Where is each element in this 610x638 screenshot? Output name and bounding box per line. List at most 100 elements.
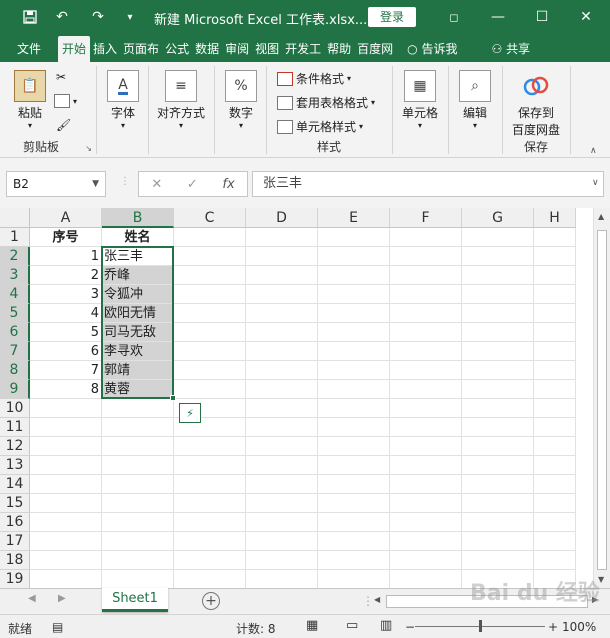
cell-a4[interactable]: 3 <box>30 285 102 304</box>
cell-d6[interactable] <box>246 323 318 342</box>
cell-f19[interactable] <box>390 570 462 589</box>
cell-d11[interactable] <box>246 418 318 437</box>
cell-c13[interactable] <box>174 456 246 475</box>
cell-h5[interactable] <box>534 304 576 323</box>
format-as-table-button[interactable]: 套用表格格式 ▾ <box>277 94 375 111</box>
cell-d14[interactable] <box>246 475 318 494</box>
cell-a8[interactable]: 7 <box>30 361 102 380</box>
row-header-14[interactable]: 14 <box>0 475 30 494</box>
cell-c14[interactable] <box>174 475 246 494</box>
ribbon-display-icon[interactable]: ◻ <box>432 0 476 34</box>
row-header-8[interactable]: 8 <box>0 361 30 380</box>
cell-f13[interactable] <box>390 456 462 475</box>
cell-a6[interactable]: 5 <box>30 323 102 342</box>
zoom-slider-thumb[interactable] <box>479 620 482 632</box>
formula-input[interactable]: 张三丰 <box>252 171 604 197</box>
cell-e8[interactable] <box>318 361 390 380</box>
tab-view[interactable]: 视图 <box>252 36 282 62</box>
paste-button[interactable]: 📋 粘贴 ▾ <box>12 70 48 130</box>
row-header-1[interactable]: 1 <box>0 228 30 247</box>
cell-g8[interactable] <box>462 361 534 380</box>
fill-handle[interactable] <box>170 395 176 401</box>
column-header-a[interactable]: A <box>30 208 102 228</box>
cell-d15[interactable] <box>246 494 318 513</box>
cell-g4[interactable] <box>462 285 534 304</box>
cell-f9[interactable] <box>390 380 462 399</box>
tab-review[interactable]: 审阅 <box>222 36 252 62</box>
number-format-button[interactable]: % 数字 ▾ <box>223 70 259 130</box>
row-header-17[interactable]: 17 <box>0 532 30 551</box>
column-header-b[interactable]: B <box>102 208 174 228</box>
cell-e5[interactable] <box>318 304 390 323</box>
editing-button[interactable]: ⌕ 编辑 ▾ <box>457 70 493 130</box>
cell-g16[interactable] <box>462 513 534 532</box>
name-box[interactable]: B2 ▼ <box>6 171 106 197</box>
cell-e10[interactable] <box>318 399 390 418</box>
cell-a17[interactable] <box>30 532 102 551</box>
cell-e14[interactable] <box>318 475 390 494</box>
cell-e9[interactable] <box>318 380 390 399</box>
cell-h1[interactable] <box>534 228 576 247</box>
scroll-thumb[interactable] <box>597 230 607 570</box>
cell-f10[interactable] <box>390 399 462 418</box>
cell-b17[interactable] <box>102 532 174 551</box>
scroll-left-icon[interactable]: ◀ <box>374 595 380 604</box>
splitter-icon[interactable]: ⋮ <box>362 594 374 608</box>
cell-h6[interactable] <box>534 323 576 342</box>
cell-f3[interactable] <box>390 266 462 285</box>
normal-view-icon[interactable]: ▦ <box>306 618 318 633</box>
row-header-2[interactable]: 2 <box>0 247 30 266</box>
row-header-11[interactable]: 11 <box>0 418 30 437</box>
column-header-c[interactable]: C <box>174 208 246 228</box>
scroll-up-icon[interactable]: ▲ <box>598 212 604 221</box>
page-break-icon[interactable]: ▥ <box>380 618 392 633</box>
cell-g7[interactable] <box>462 342 534 361</box>
cut-button[interactable]: ✂ <box>56 70 66 84</box>
cell-g15[interactable] <box>462 494 534 513</box>
cell-b15[interactable] <box>102 494 174 513</box>
cell-d1[interactable] <box>246 228 318 247</box>
cell-c2[interactable] <box>174 247 246 266</box>
cell-a13[interactable] <box>30 456 102 475</box>
cell-g2[interactable] <box>462 247 534 266</box>
cell-e17[interactable] <box>318 532 390 551</box>
cell-g1[interactable] <box>462 228 534 247</box>
select-all-button[interactable] <box>0 208 30 228</box>
cell-e1[interactable] <box>318 228 390 247</box>
cell-b11[interactable] <box>102 418 174 437</box>
cell-a12[interactable] <box>30 437 102 456</box>
tab-home[interactable]: 开始 <box>58 36 91 62</box>
cell-c17[interactable] <box>174 532 246 551</box>
tab-insert[interactable]: 插入 <box>90 36 120 62</box>
cell-a5[interactable]: 4 <box>30 304 102 323</box>
column-header-f[interactable]: F <box>390 208 462 228</box>
cell-d2[interactable] <box>246 247 318 266</box>
cell-a10[interactable] <box>30 399 102 418</box>
cell-a15[interactable] <box>30 494 102 513</box>
cell-b10[interactable] <box>102 399 174 418</box>
cell-d18[interactable] <box>246 551 318 570</box>
cell-h3[interactable] <box>534 266 576 285</box>
tab-file[interactable]: 文件 <box>14 36 44 62</box>
font-button[interactable]: A 字体 ▾ <box>105 70 141 130</box>
redo-icon[interactable]: ↷ <box>86 0 110 34</box>
cell-e18[interactable] <box>318 551 390 570</box>
copy-button[interactable]: ▾ <box>54 94 77 108</box>
column-header-g[interactable]: G <box>462 208 534 228</box>
row-header-6[interactable]: 6 <box>0 323 30 342</box>
cell-e16[interactable] <box>318 513 390 532</box>
worksheet-grid[interactable]: ▲ ▼ A B C D E F G H 1 序号 姓名 2 1 张三丰 3 2 乔峰 4 3 令狐冲 5 4 欧阳无情 6 5 司… <box>0 208 610 589</box>
cell-h9[interactable] <box>534 380 576 399</box>
cell-b1[interactable]: 姓名 <box>102 228 174 247</box>
cell-b3[interactable]: 乔峰 <box>102 266 174 285</box>
cancel-icon[interactable]: ✕ <box>151 177 162 192</box>
row-header-16[interactable]: 16 <box>0 513 30 532</box>
maximize-button[interactable]: ☐ <box>520 0 564 34</box>
cell-g13[interactable] <box>462 456 534 475</box>
cell-g10[interactable] <box>462 399 534 418</box>
cell-d7[interactable] <box>246 342 318 361</box>
cell-e15[interactable] <box>318 494 390 513</box>
macro-record-icon[interactable]: ▤ <box>52 620 63 634</box>
cell-styles-button[interactable]: 单元格样式 ▾ <box>277 118 363 135</box>
cell-a11[interactable] <box>30 418 102 437</box>
